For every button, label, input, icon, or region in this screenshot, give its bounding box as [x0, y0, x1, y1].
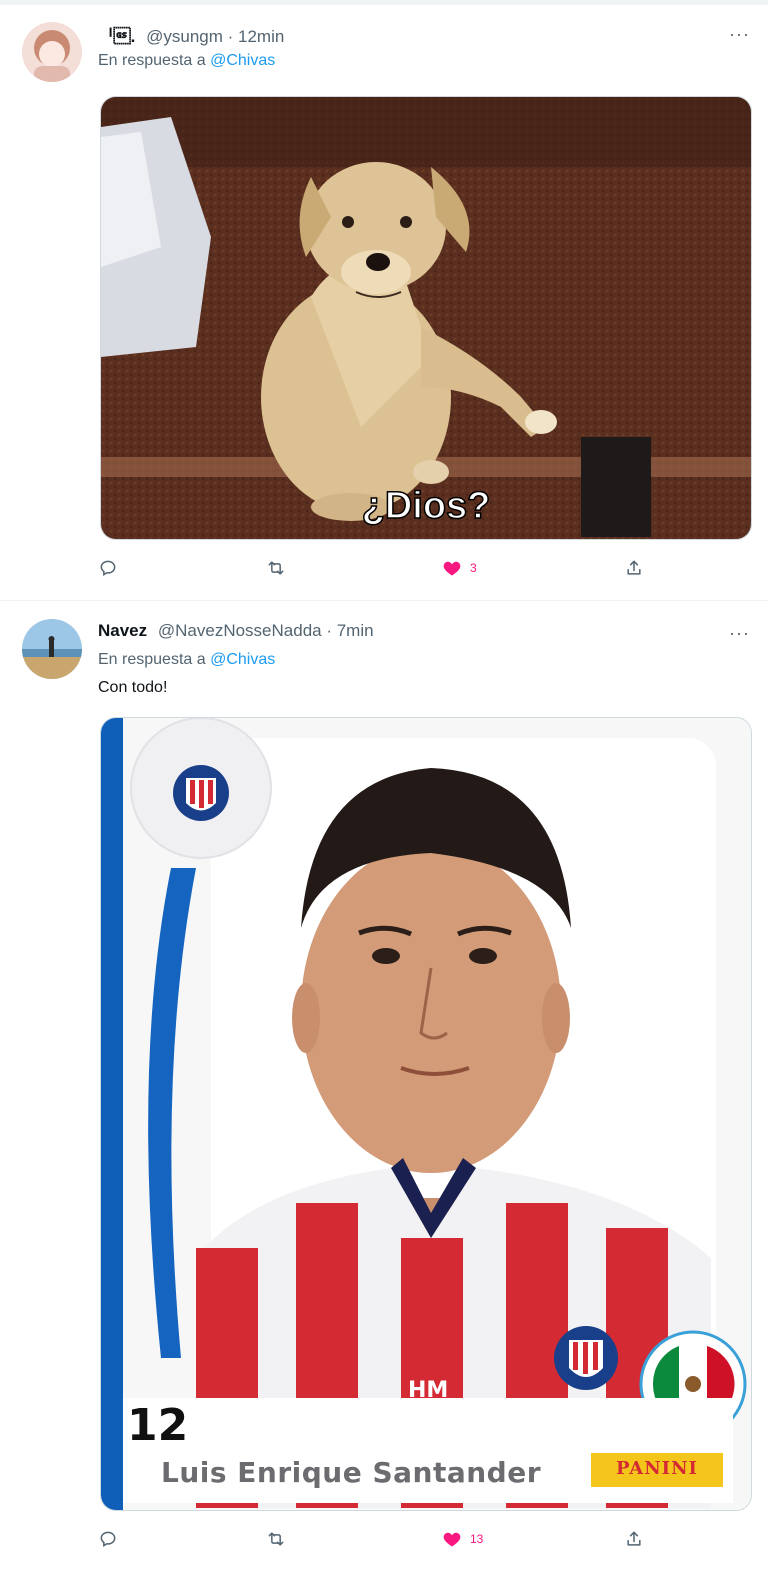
tweet-image[interactable]: ¿Dios?: [100, 96, 752, 540]
reply-prefix: En respuesta a: [98, 52, 206, 69]
reply-button[interactable]: [98, 558, 118, 578]
like-button[interactable]: 13: [442, 1529, 483, 1549]
tweet-2[interactable]: Navez @NavezNosseNadda · 7min ··· En res…: [0, 601, 768, 1596]
reply-icon: [100, 560, 116, 577]
handle[interactable]: @NavezNosseNadda: [158, 621, 322, 640]
tweet-actions: 13: [98, 1529, 658, 1555]
reply-context: En respuesta a @Chivas: [98, 651, 275, 669]
reply-context: En respuesta a @Chivas: [98, 52, 275, 70]
heart-filled-icon: [443, 1532, 461, 1547]
display-name[interactable]: ᅵ .: [98, 27, 135, 46]
share-button[interactable]: [624, 558, 644, 578]
timestamp[interactable]: · 7min: [326, 621, 373, 640]
share-button[interactable]: [624, 1529, 644, 1549]
retweet-icon: [268, 561, 284, 575]
retweet-button[interactable]: [266, 558, 286, 578]
sticker-number: 12: [127, 1400, 189, 1451]
reply-prefix: En respuesta a: [98, 651, 206, 668]
reply-mention-link[interactable]: @Chivas: [210, 52, 275, 69]
share-icon: [627, 560, 641, 575]
image-caption: ¿Dios?: [361, 484, 491, 528]
heart-filled-icon: [443, 561, 461, 576]
avatar[interactable]: [22, 619, 82, 679]
tweet-image-sticker[interactable]: 12 Luis Enrique Santander PANINI HM: [100, 717, 752, 1511]
more-options-icon[interactable]: ···: [729, 623, 750, 644]
like-button[interactable]: 3: [442, 558, 477, 578]
retweet-icon: [268, 1532, 284, 1546]
more-options-icon[interactable]: ···: [729, 24, 750, 45]
retweet-button[interactable]: [266, 1529, 286, 1549]
reply-icon: [100, 1531, 116, 1548]
tweet-1[interactable]: ᅵ . @ysungm · 12min ··· En respuesta a @…: [0, 0, 768, 600]
tweet-header: ᅵ . @ysungm · 12min: [98, 22, 284, 47]
share-icon: [627, 1531, 641, 1546]
avatar[interactable]: [22, 22, 82, 82]
tweet-text: Con todo!: [98, 679, 168, 696]
timestamp[interactable]: · 12min: [228, 27, 285, 46]
reply-button[interactable]: [98, 1529, 118, 1549]
like-count: 13: [470, 1532, 484, 1546]
jersey-sponsor: HM: [408, 1378, 449, 1403]
tweet-actions: 3: [98, 558, 658, 584]
sticker-player-name: Luis Enrique Santander: [161, 1456, 542, 1489]
display-name[interactable]: Navez: [98, 621, 147, 640]
reply-mention-link[interactable]: @Chivas: [210, 651, 275, 668]
panini-logo: PANINI: [616, 1458, 698, 1479]
like-count: 3: [470, 561, 477, 575]
handle[interactable]: @ysungm: [146, 27, 223, 46]
tweet-header: Navez @NavezNosseNadda · 7min: [98, 621, 374, 641]
